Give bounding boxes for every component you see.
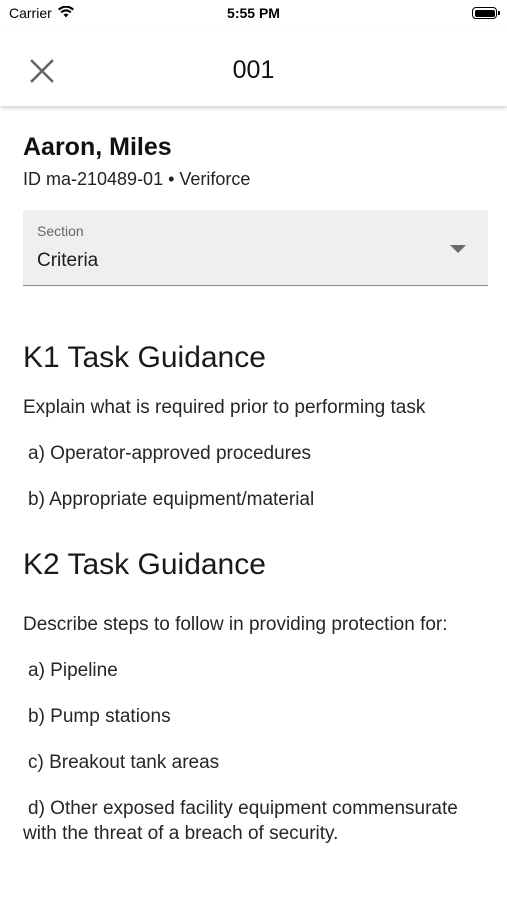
k2-intro: Describe steps to follow in providing pr… (23, 614, 448, 635)
k1-item: b) Appropriate equipment/material (28, 489, 315, 510)
status-bar: Carrier 5:55 PM (0, 0, 507, 26)
status-time: 5:55 PM (227, 5, 280, 21)
k1-intro: Explain what is required prior to perfor… (23, 397, 426, 418)
dropdown-arrow-icon (450, 245, 466, 253)
app-bar: 001 (0, 26, 507, 106)
person-id: ID ma-210489-01 • Veriforce (23, 169, 251, 189)
section-select[interactable]: Section Criteria (23, 210, 488, 286)
k2-item: a) Pipeline (28, 660, 118, 681)
k1-item: a) Operator-approved procedures (28, 443, 312, 464)
battery-fill (474, 9, 495, 17)
section-select-label: Section (37, 223, 84, 239)
k2-item: d) Other exposed facility equipment comm… (23, 798, 458, 844)
person-name: Aaron, Miles (23, 133, 172, 161)
k2-heading: K2 Task Guidance (23, 548, 266, 581)
section-select-value: Criteria (37, 250, 99, 271)
k2-item: b) Pump stations (28, 706, 171, 727)
guidance-section: K1 Task Guidance Explain what is require… (23, 340, 488, 846)
battery-icon (472, 7, 500, 19)
main-content: Aaron, Miles ID ma-210489-01 • Veriforce… (23, 106, 488, 846)
k2-item: c) Breakout tank areas (28, 752, 220, 773)
page-title: 001 (232, 56, 275, 84)
k1-heading: K1 Task Guidance (23, 341, 266, 374)
